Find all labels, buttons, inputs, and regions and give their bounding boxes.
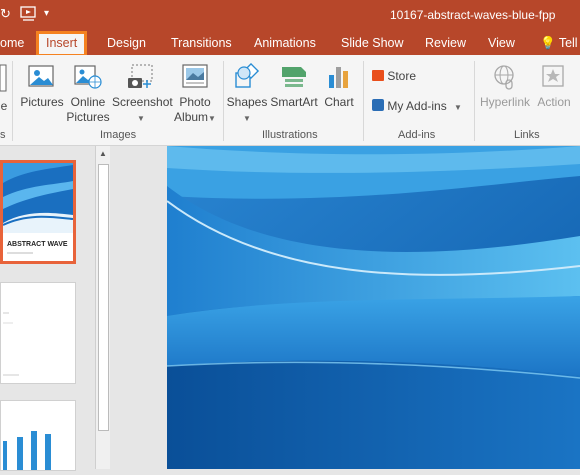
shapes-icon xyxy=(235,63,260,88)
group-separator xyxy=(474,61,475,141)
slide-3-preview xyxy=(3,431,51,470)
action-button[interactable]: Action xyxy=(534,63,574,110)
group-separator xyxy=(223,61,224,141)
slide-thumbnail-1[interactable]: ABSTRACT WAVE xyxy=(0,160,76,264)
screenshot-button[interactable]: Screenshot ▼ xyxy=(112,63,173,126)
window-title: 10167-abstract-waves-blue-fpp xyxy=(390,8,556,22)
action-icon xyxy=(542,65,564,87)
tab-animations[interactable]: Animations xyxy=(254,33,316,53)
my-addins-label: My Add-ins xyxy=(387,99,447,113)
tab-home[interactable]: ome xyxy=(0,33,24,53)
photo-album-label-2: Album xyxy=(174,110,209,124)
current-slide-canvas[interactable] xyxy=(167,146,580,469)
tell-me-label: Tell xyxy=(558,36,578,50)
smartart-label: SmartArt xyxy=(270,95,318,109)
screenshot-icon xyxy=(128,64,153,88)
chevron-down-icon: ▼ xyxy=(454,103,462,112)
slide-1-title: ABSTRACT WAVE xyxy=(7,241,68,248)
redo-icon[interactable]: ↻ xyxy=(0,6,11,22)
slides-group-label: s xyxy=(0,129,6,141)
store-button[interactable]: Store xyxy=(372,69,416,83)
tab-review[interactable]: Review xyxy=(425,33,466,53)
slide-thumbnail-2[interactable] xyxy=(0,282,76,384)
new-slide-icon xyxy=(0,64,7,92)
chart-icon xyxy=(329,67,348,88)
title-bar: ↻ ▾ 10167-abstract-waves-blue-fpp xyxy=(0,0,580,30)
pictures-button[interactable]: Pictures xyxy=(20,63,64,110)
lightbulb-icon: 💡 xyxy=(540,36,556,50)
hyperlink-icon xyxy=(494,65,514,90)
screenshot-label: Screenshot xyxy=(112,95,173,109)
illustrations-group-label: Illustrations xyxy=(262,129,318,141)
chart-button[interactable]: Chart xyxy=(322,63,356,110)
group-separator xyxy=(363,61,364,141)
new-slide-label: e xyxy=(0,99,8,113)
photo-album-label-1: Photo xyxy=(179,95,211,109)
slide-thumbnail-3[interactable] xyxy=(0,400,76,471)
tab-view[interactable]: View xyxy=(488,33,515,53)
chevron-down-icon: ▼ xyxy=(137,114,145,123)
photo-album-button[interactable]: Photo Album▼ xyxy=(172,63,218,126)
chart-label: Chart xyxy=(324,95,354,109)
tell-me-box[interactable]: 💡 Tell xyxy=(540,33,578,53)
action-label: Action xyxy=(537,95,571,109)
scroll-up-arrow-icon[interactable]: ▲ xyxy=(96,148,110,160)
start-from-beginning-icon[interactable] xyxy=(20,6,38,26)
tab-design[interactable]: Design xyxy=(107,33,146,53)
online-pictures-icon xyxy=(74,65,102,89)
shapes-label: Shapes xyxy=(226,95,268,109)
customize-qat-icon[interactable]: ▾ xyxy=(44,6,49,22)
online-pictures-label-1: Online xyxy=(70,95,106,109)
tab-slide-show[interactable]: Slide Show xyxy=(341,33,404,53)
store-label: Store xyxy=(387,69,417,83)
my-addins-button[interactable]: My Add-ins ▼ xyxy=(372,99,462,113)
puzzle-icon xyxy=(372,99,384,111)
thumbnail-scrollbar[interactable]: ▲ xyxy=(95,146,110,469)
hyperlink-button[interactable]: Hyperlink xyxy=(478,63,532,110)
tab-insert[interactable]: Insert xyxy=(35,31,88,57)
online-pictures-button[interactable]: Online Pictures xyxy=(66,63,110,125)
online-pictures-label-2: Pictures xyxy=(66,110,110,124)
abstract-waves-background xyxy=(167,146,580,469)
scrollbar-thumb[interactable] xyxy=(98,164,109,431)
group-separator xyxy=(12,61,13,141)
pictures-icon xyxy=(28,65,54,87)
smartart-icon xyxy=(282,67,306,87)
new-slide-button[interactable]: e xyxy=(0,63,8,114)
addins-group-label: Add-ins xyxy=(398,129,436,141)
ribbon-tabs: ome Insert Design Transitions Animations… xyxy=(0,30,580,57)
photo-album-icon xyxy=(182,64,208,88)
ribbon-insert: e s Pictures Online Pictures Screenshot xyxy=(0,55,580,146)
links-group-label: Links xyxy=(514,129,540,141)
chevron-down-icon: ▼ xyxy=(208,114,216,123)
slide-2-preview xyxy=(3,312,19,376)
smartart-button[interactable]: SmartArt xyxy=(269,63,319,110)
hyperlink-label: Hyperlink xyxy=(479,95,530,109)
pictures-label: Pictures xyxy=(20,95,64,109)
chevron-down-icon: ▼ xyxy=(243,114,251,123)
store-icon xyxy=(372,70,384,81)
images-group-label: Images xyxy=(100,129,137,141)
slide-editing-pane xyxy=(112,146,580,469)
tab-transitions[interactable]: Transitions xyxy=(171,33,232,53)
shapes-button[interactable]: Shapes ▼ xyxy=(226,63,268,126)
